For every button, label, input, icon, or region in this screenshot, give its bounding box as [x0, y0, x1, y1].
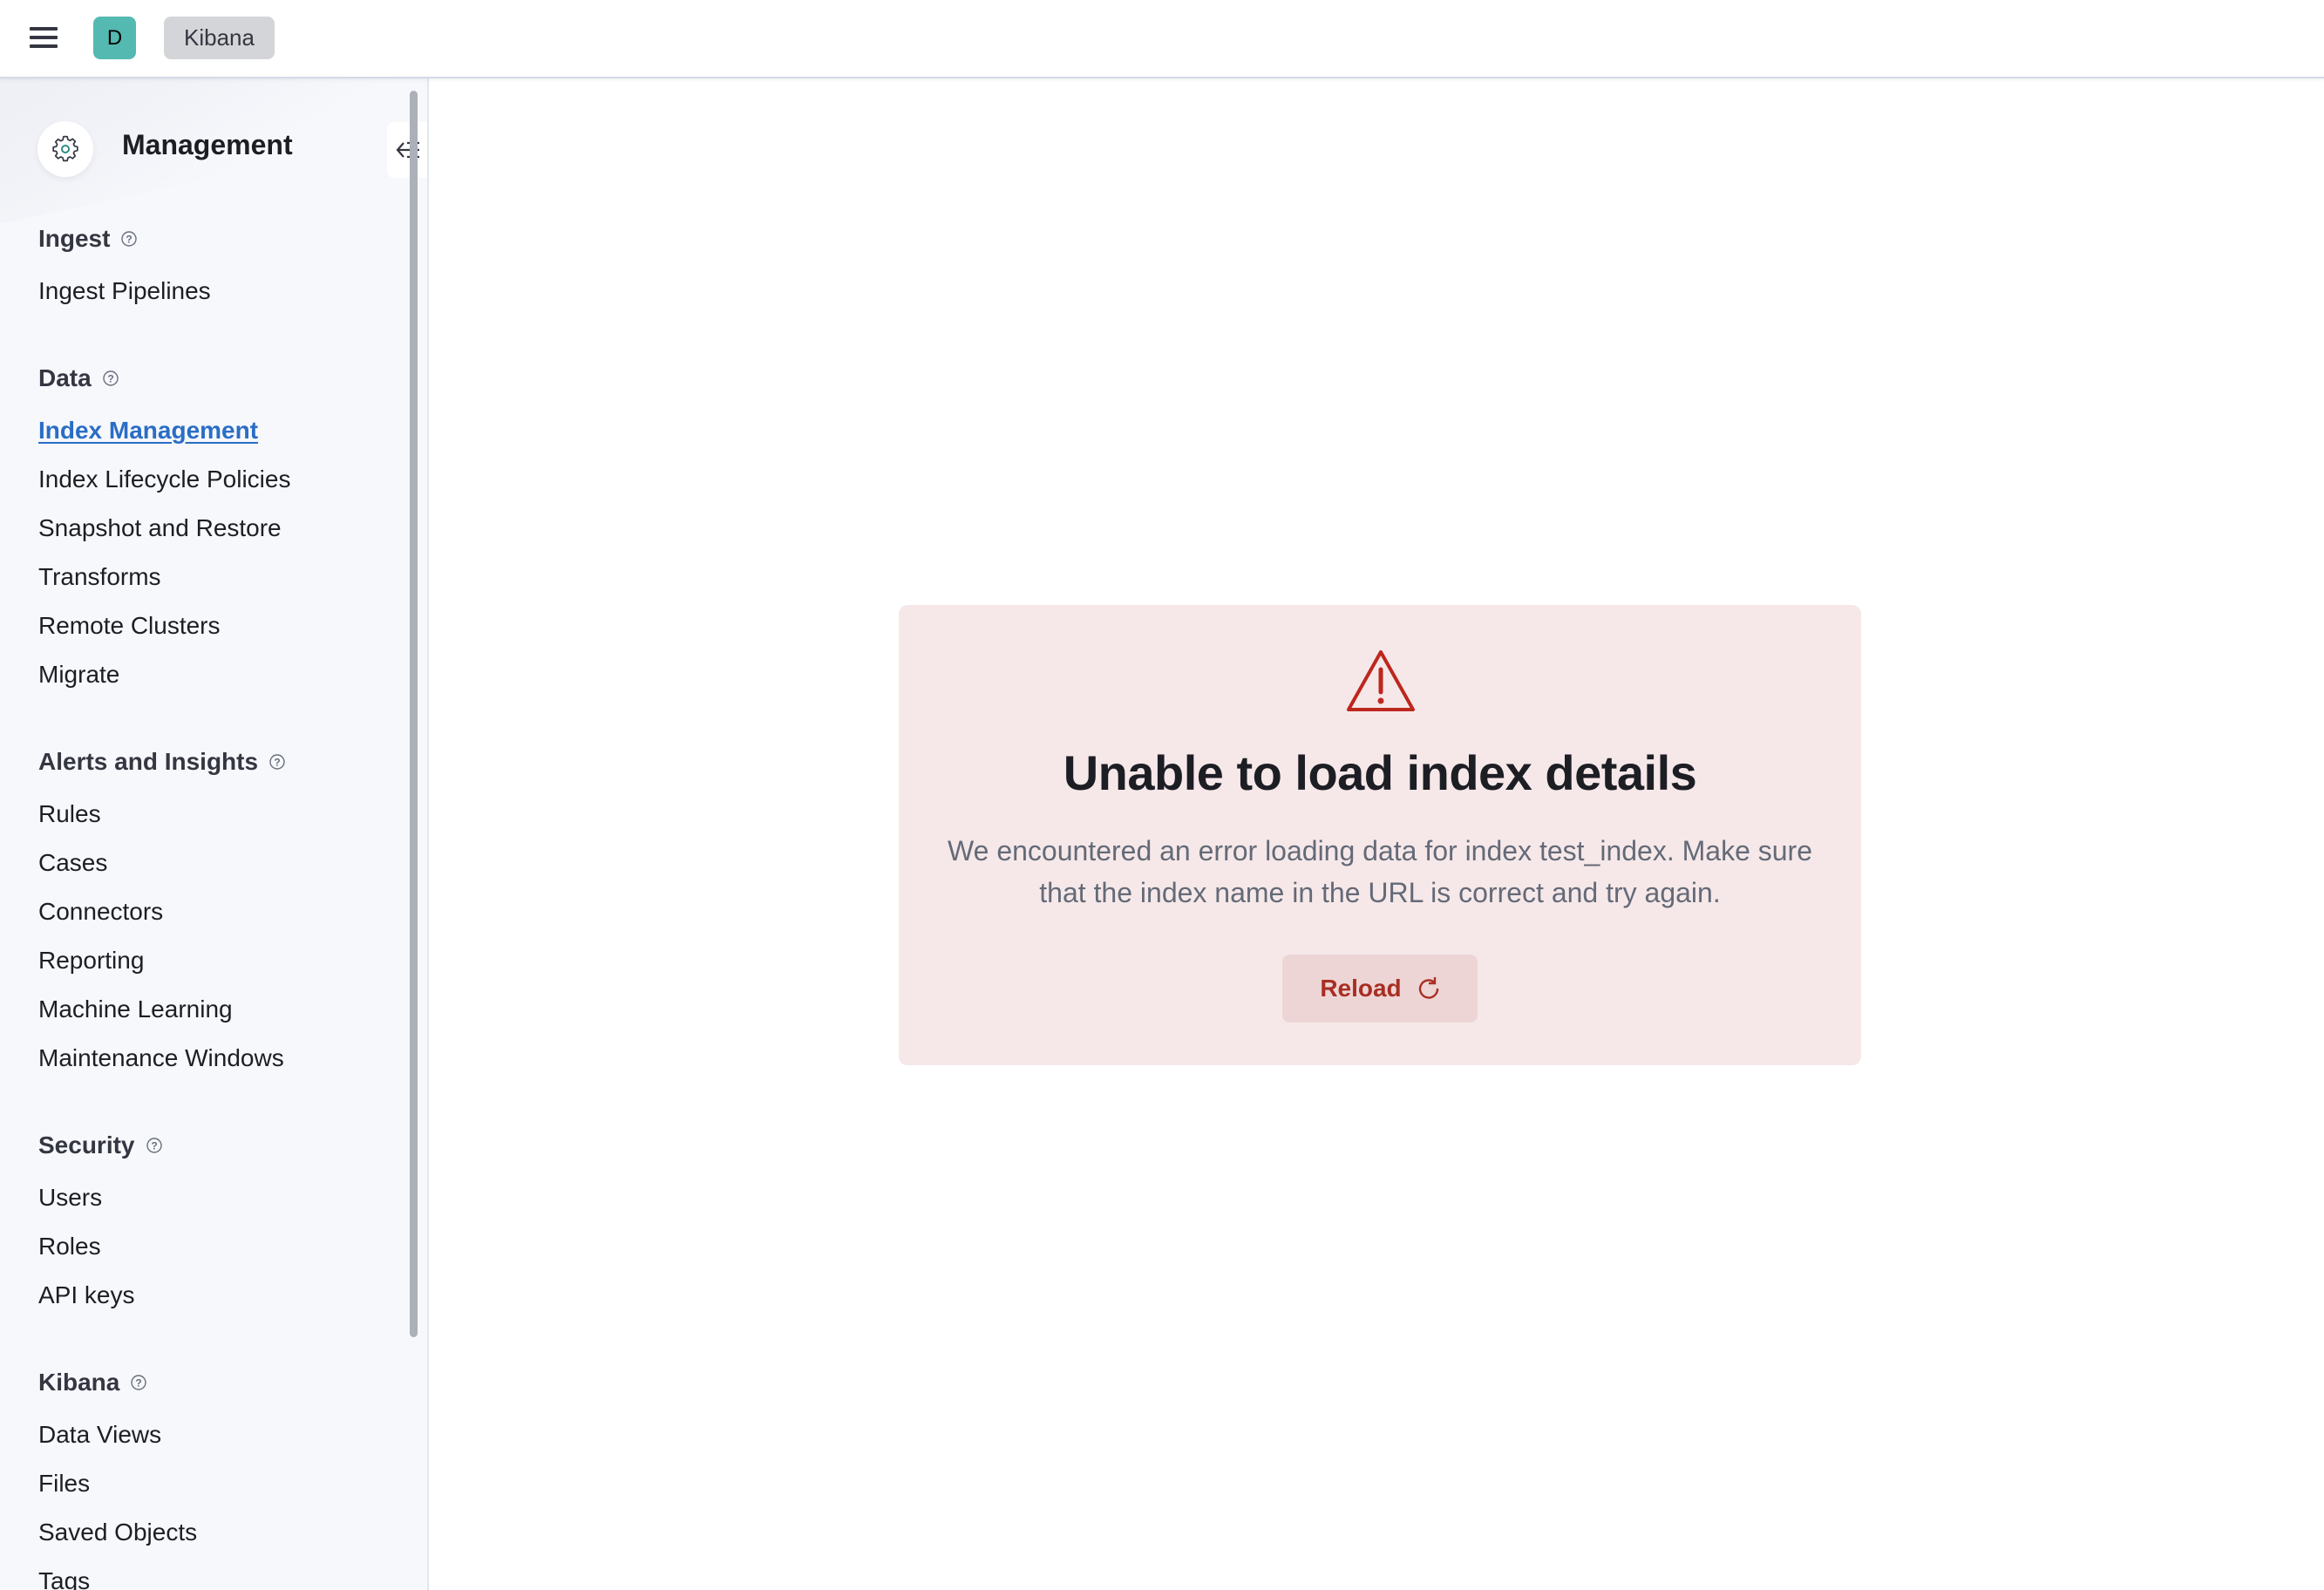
section-title-ingest: Ingest ? — [38, 225, 138, 253]
sidebar-item-machine-learning[interactable]: Machine Learning — [38, 995, 233, 1023]
refresh-icon — [1418, 977, 1438, 999]
sidebar-item-roles[interactable]: Roles — [38, 1233, 101, 1260]
error-prompt: Unable to load index details We encounte… — [899, 605, 1861, 1065]
sidebar-item-users[interactable]: Users — [38, 1184, 102, 1212]
sidebar-item-transforms[interactable]: Transforms — [38, 563, 161, 591]
help-icon[interactable]: ? — [268, 753, 286, 771]
help-icon[interactable]: ? — [120, 230, 138, 248]
breadcrumb-kibana[interactable]: Kibana — [164, 17, 275, 59]
section-title-data: Data ? — [38, 364, 119, 392]
svg-text:?: ? — [126, 234, 133, 246]
reload-button[interactable]: Reload — [1282, 955, 1478, 1023]
sidebar-scrollbar[interactable] — [410, 91, 418, 1337]
section-title-kibana: Kibana ? — [38, 1369, 147, 1396]
sidebar-item-migrate[interactable]: Migrate — [38, 661, 119, 689]
sidebar-item-files[interactable]: Files — [38, 1470, 90, 1498]
management-sidebar: Management Ingest ? Ingest Pipelines Dat… — [0, 78, 429, 1590]
sidebar-item-snapshot-and-restore[interactable]: Snapshot and Restore — [38, 514, 282, 542]
svg-text:?: ? — [136, 1377, 142, 1390]
sidebar-item-ingest-pipelines[interactable]: Ingest Pipelines — [38, 277, 211, 305]
error-message: We encountered an error loading data for… — [948, 835, 1812, 908]
section-label: Kibana — [38, 1369, 120, 1396]
section-title-alerts-and-insights: Alerts and Insights ? — [38, 748, 286, 776]
hamburger-menu-icon[interactable] — [30, 24, 61, 51]
sidebar-title: Management — [122, 129, 293, 160]
sidebar-item-reporting[interactable]: Reporting — [38, 947, 144, 975]
help-icon[interactable]: ? — [102, 370, 119, 387]
space-avatar[interactable]: D — [93, 17, 136, 59]
svg-text:?: ? — [274, 757, 280, 769]
section-label: Data — [38, 364, 92, 391]
reload-button-label: Reload — [1320, 975, 1402, 1002]
section-label: Security — [38, 1131, 135, 1159]
gear-icon — [52, 135, 78, 162]
sidebar-item-data-views[interactable]: Data Views — [38, 1421, 161, 1449]
help-icon[interactable]: ? — [146, 1137, 163, 1154]
sidebar-item-connectors[interactable]: Connectors — [38, 898, 163, 926]
top-header: D Kibana — [0, 0, 2324, 78]
sidebar-item-rules[interactable]: Rules — [38, 800, 101, 828]
svg-text:?: ? — [151, 1140, 157, 1152]
section-label: Ingest — [38, 225, 111, 252]
sidebar-item-maintenance-windows[interactable]: Maintenance Windows — [38, 1044, 284, 1072]
warning-icon — [1347, 650, 1415, 711]
sidebar-item-saved-objects[interactable]: Saved Objects — [38, 1519, 197, 1546]
svg-text:?: ? — [107, 373, 113, 385]
error-title: Unable to load index details — [1063, 745, 1697, 800]
sidebar-item-index-lifecycle-policies[interactable]: Index Lifecycle Policies — [38, 465, 290, 493]
section-label: Alerts and Insights — [38, 748, 259, 775]
sidebar-item-remote-clusters[interactable]: Remote Clusters — [38, 612, 221, 640]
sidebar-item-cases[interactable]: Cases — [38, 849, 107, 877]
management-icon-badge — [37, 121, 93, 177]
sidebar-item-api-keys[interactable]: API keys — [38, 1281, 134, 1309]
help-icon[interactable]: ? — [130, 1374, 147, 1391]
collapse-sidebar-button[interactable] — [387, 122, 427, 178]
section-title-security: Security ? — [38, 1131, 163, 1159]
sidebar-item-tags[interactable]: Tags — [38, 1567, 90, 1590]
sidebar-item-index-management[interactable]: Index Management — [38, 417, 258, 445]
